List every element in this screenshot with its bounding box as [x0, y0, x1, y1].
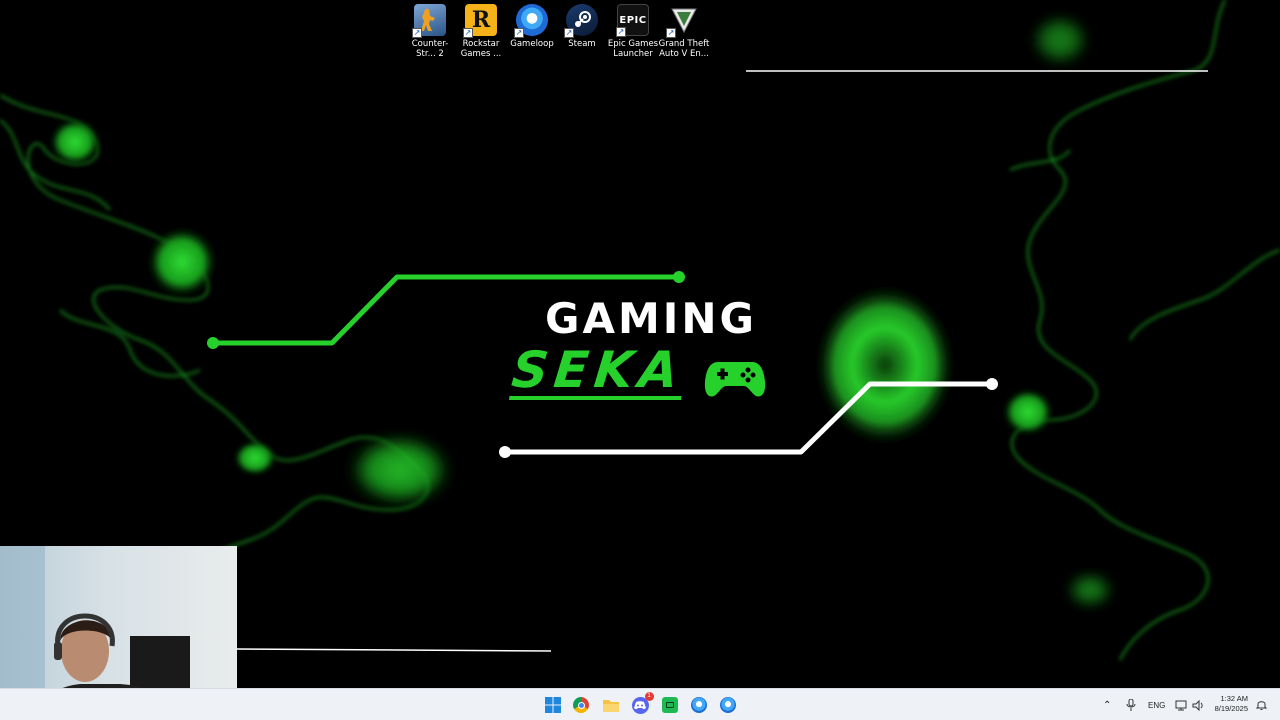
discord-icon: 1: [631, 691, 654, 714]
taskbar-green-app[interactable]: [660, 695, 680, 715]
taskbar-chrome[interactable]: [571, 695, 591, 715]
show-hidden-icons-button[interactable]: ⌃: [1103, 689, 1111, 720]
desktop-icon-gta-v[interactable]: ↗ Grand Theft Auto V En...: [658, 4, 710, 59]
green-blob-bottom-center: [345, 432, 455, 508]
chrome-icon: [573, 697, 589, 713]
white-circuit-dot-left: [499, 446, 511, 458]
clock-time: 1:32 AM: [1220, 694, 1248, 703]
steam-icon: ↗: [564, 4, 598, 38]
clock-date: 8/19/2025: [1214, 704, 1248, 713]
desktop-icon-label: Steam: [568, 39, 596, 49]
microphone-button[interactable]: [1126, 689, 1136, 720]
green-blob-right: [1002, 388, 1054, 436]
desktop-icon-counter-strike[interactable]: ↗ Counter-Str... 2: [404, 4, 456, 59]
taskbar-file-explorer[interactable]: [601, 695, 621, 715]
desktop-icon-label: Epic Games Launcher: [607, 39, 659, 59]
network-icon: [1175, 700, 1187, 710]
taskbar-browser-2[interactable]: [718, 695, 738, 715]
counter-strike-icon: ↗: [412, 4, 446, 38]
notifications-button[interactable]: [1256, 689, 1267, 720]
green-circuit-dot-left: [207, 337, 219, 349]
system-clock[interactable]: 1:32 AM 8/19/2025: [1215, 694, 1248, 714]
rockstar-games-icon: R ↗: [463, 4, 497, 38]
desktop-icon-label: Counter-Str... 2: [411, 39, 449, 59]
green-glow-right: [813, 283, 957, 447]
epic-games-icon: EPIC ↗: [616, 4, 649, 37]
desktop-icon-label: Rockstar Games ...: [460, 39, 502, 59]
green-circuit-dot-right: [673, 271, 685, 283]
epic-logo-text: EPIC: [619, 14, 647, 26]
microphone-icon: [1126, 699, 1136, 711]
desktop-icon-epic-games[interactable]: EPIC ↗ Epic Games Launcher: [607, 4, 659, 59]
language-indicator[interactable]: ENG: [1148, 689, 1165, 720]
white-circuit-dot-right: [986, 378, 998, 390]
discord-notification-badge: 1: [644, 691, 654, 701]
logo-title-seka: SEKA: [509, 341, 687, 400]
volume-button[interactable]: [1192, 689, 1204, 720]
chevron-up-icon: ⌃: [1103, 699, 1112, 711]
green-app-icon: [662, 697, 678, 713]
network-button[interactable]: [1175, 689, 1187, 720]
desktop-icon-label: Grand Theft Auto V En...: [658, 39, 710, 59]
desktop-icon-rockstar[interactable]: R ↗ Rockstar Games ...: [455, 4, 507, 59]
blue-globe-icon: [691, 697, 707, 713]
windows-start-icon: [545, 697, 561, 713]
green-blob-bottom-right: [1066, 572, 1114, 608]
taskbar-browser-1[interactable]: [689, 695, 709, 715]
green-blob-small-left: [233, 440, 277, 476]
desktop-icon-gameloop[interactable]: ↗ Gameloop: [506, 4, 558, 49]
blue-globe-icon: [720, 697, 736, 713]
logo-title-gaming: GAMING: [545, 294, 758, 343]
gameloop-icon: ↗: [514, 4, 548, 38]
taskbar-discord[interactable]: 1: [630, 691, 654, 715]
folder-icon: [603, 700, 619, 712]
green-blob-left: [146, 226, 218, 298]
start-button[interactable]: [543, 695, 563, 715]
green-blob-top-right: [1030, 14, 1090, 66]
taskbar: 1 ⌃ ENG 1:32 AM 8/19/2025: [0, 688, 1280, 720]
volume-icon: [1192, 699, 1203, 711]
gta-v-icon: ↗: [666, 4, 700, 38]
desktop-icon-steam[interactable]: ↗ Steam: [556, 4, 608, 49]
notification-bell-icon: [1256, 701, 1267, 710]
rockstar-logo-letter: R: [471, 7, 491, 33]
green-blob-top-left: [49, 118, 101, 166]
desktop-icon-label: Gameloop: [510, 39, 554, 49]
